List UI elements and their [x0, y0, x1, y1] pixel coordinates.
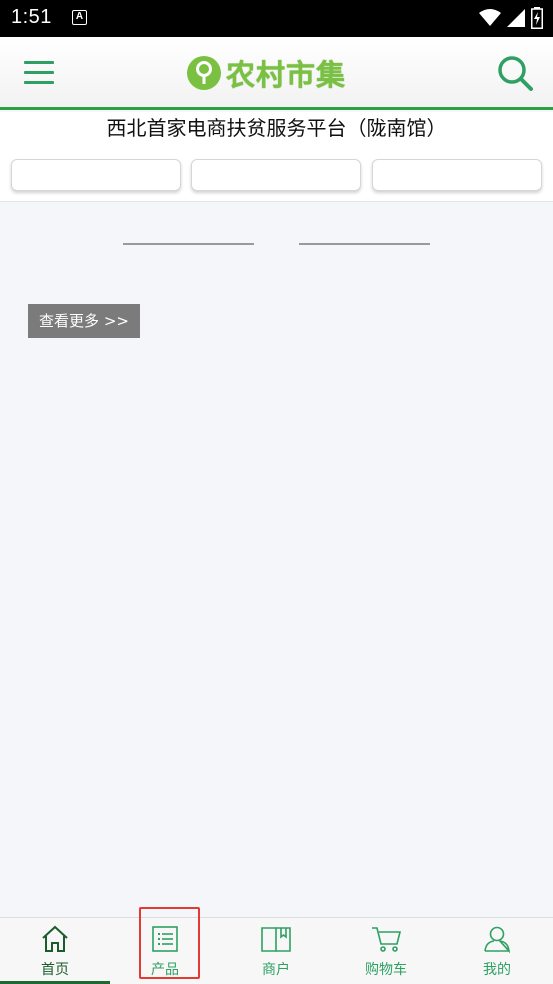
wifi-icon: [479, 9, 501, 26]
nav-products[interactable]: 产品: [110, 918, 220, 982]
nav-cart[interactable]: 购物车: [331, 918, 441, 982]
nav-cart-label: 购物车: [365, 962, 407, 978]
logo-text: 农村市集: [226, 58, 347, 92]
status-bar: 1:51 A: [0, 0, 553, 37]
cell-signal-icon: [507, 9, 525, 27]
menu-button[interactable]: [24, 61, 54, 85]
nav-home-label: 首页: [41, 962, 69, 978]
battery-icon: [531, 7, 543, 29]
cart-icon: [372, 927, 402, 952]
menu-line: [24, 71, 54, 74]
notification-a-icon: A: [72, 10, 87, 25]
search-button[interactable]: [497, 55, 533, 91]
nav-profile[interactable]: 我的: [442, 918, 552, 982]
status-time: 1:51: [11, 6, 52, 28]
search-icon: [498, 56, 533, 91]
section-divider-right: [299, 243, 430, 245]
menu-line: [24, 61, 54, 64]
app-header: 农村市集: [0, 37, 553, 110]
home-icon: [42, 925, 68, 952]
user-icon: [484, 926, 511, 954]
view-more-button[interactable]: 查看更多 >>: [28, 304, 140, 338]
nav-profile-label: 我的: [483, 962, 511, 978]
section-divider-left: [123, 243, 254, 245]
list-icon: [152, 926, 178, 952]
status-icons: [479, 7, 543, 29]
nav-home[interactable]: 首页: [0, 918, 110, 984]
nav-products-label: 产品: [151, 962, 179, 978]
tree-logo-icon: [187, 56, 221, 90]
bottom-navigation: 首页 产品 商户 购物车 我的: [0, 917, 553, 984]
category-card-2[interactable]: [191, 159, 361, 191]
menu-line: [24, 81, 54, 84]
category-card-1[interactable]: [11, 159, 181, 191]
page-subtitle: 西北首家电商扶贫服务平台（陇南馆）: [0, 112, 553, 150]
nav-merchants[interactable]: 商户: [221, 918, 331, 982]
app-logo: 农村市集: [186, 53, 368, 93]
nav-merchants-label: 商户: [262, 962, 290, 978]
book-icon: [261, 927, 291, 952]
category-card-3[interactable]: [372, 159, 542, 191]
category-cards: [0, 150, 553, 202]
